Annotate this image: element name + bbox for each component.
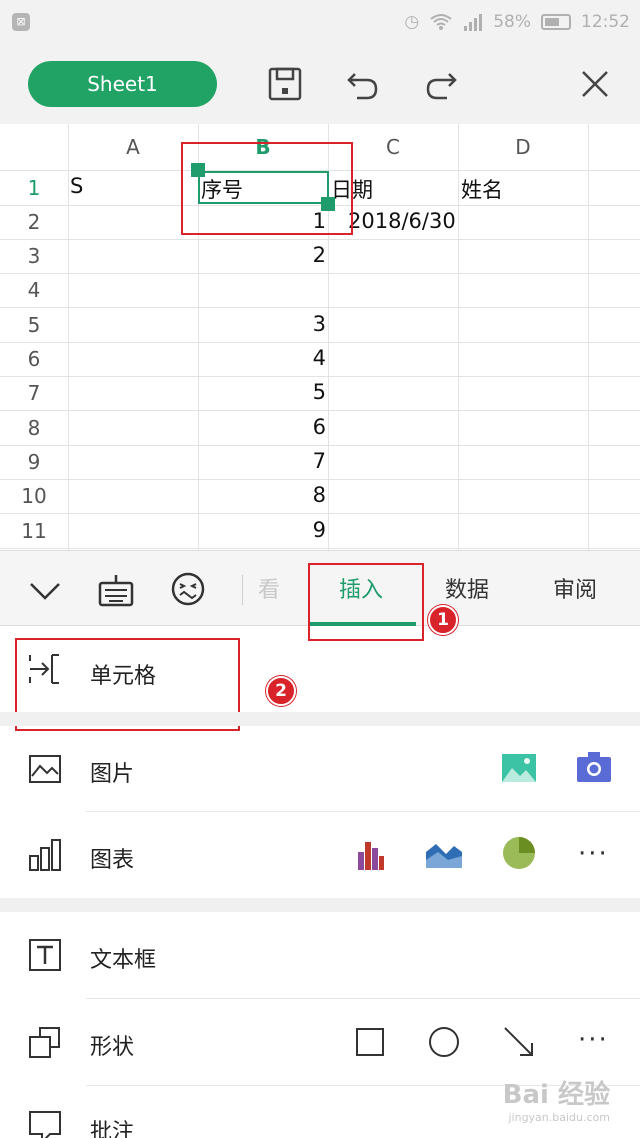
- row-header[interactable]: 11: [0, 514, 68, 548]
- row-header[interactable]: 10: [0, 479, 68, 513]
- menu-item-picture[interactable]: 图片: [0, 726, 640, 812]
- highlight-box-selected-cell: [181, 142, 353, 235]
- menu-item-comment-label: 批注: [90, 1120, 135, 1138]
- redo-icon[interactable]: [421, 64, 461, 104]
- tab-view[interactable]: 看: [258, 551, 280, 627]
- menu-item-chart-label: 图表: [90, 848, 135, 873]
- spreadsheet-grid[interactable]: A B C D 1 2 3 4 5 6 7 8 9 10 11 S 序号 日期 …: [0, 124, 640, 550]
- column-header-d[interactable]: D: [458, 124, 588, 170]
- sheet-tab[interactable]: Sheet1: [28, 61, 217, 107]
- status-icons: ◷ 58% 12:52: [404, 0, 630, 44]
- camera-icon[interactable]: [577, 752, 611, 782]
- cell-b8[interactable]: 6: [198, 415, 326, 439]
- ribbon-tab-bar: 看 插入 数据 审阅 1: [0, 550, 640, 641]
- notification-icon: ⊠: [12, 13, 30, 31]
- row-header[interactable]: 9: [0, 445, 68, 479]
- watermark: Bai 经验 jingyan.baidu.com: [503, 1074, 610, 1124]
- cell-b10[interactable]: 8: [198, 483, 326, 507]
- row-header[interactable]: 7: [0, 376, 68, 410]
- comment-icon: [29, 1111, 61, 1138]
- cell-b7[interactable]: 5: [198, 380, 326, 404]
- section-gap: [0, 898, 640, 912]
- alarm-icon: ◷: [404, 12, 420, 32]
- tab-review[interactable]: 审阅: [553, 551, 597, 627]
- cell-b3[interactable]: 2: [198, 243, 326, 267]
- row-header[interactable]: 1: [0, 171, 68, 205]
- cell-b11[interactable]: 9: [198, 518, 326, 542]
- bar-chart-icon[interactable]: [358, 838, 384, 870]
- menu-item-textbox[interactable]: 文本框: [0, 912, 640, 998]
- insert-panel: 看 插入 数据 审阅 1 单元格 2 图片 图表 ··· 文本框 形状 ··· …: [0, 550, 640, 1138]
- chevron-down-icon[interactable]: [28, 575, 62, 605]
- tab-divider: [242, 575, 243, 605]
- more-shapes-icon[interactable]: ···: [578, 1025, 609, 1055]
- close-icon[interactable]: [575, 64, 615, 104]
- area-chart-icon[interactable]: [426, 840, 462, 868]
- row-header[interactable]: 6: [0, 342, 68, 376]
- cell-b5[interactable]: 3: [198, 312, 326, 336]
- battery-percent: 58%: [493, 12, 531, 32]
- picture-icon: [29, 755, 61, 783]
- emoji-icon[interactable]: [170, 571, 206, 607]
- section-gap: [0, 712, 640, 726]
- status-bar: ⊠ ◷ 58% 12:52: [0, 0, 640, 44]
- cell-b6[interactable]: 4: [198, 346, 326, 370]
- watermark-url: jingyan.baidu.com: [508, 1111, 610, 1124]
- cell-b9[interactable]: 7: [198, 449, 326, 473]
- textbox-icon: [29, 939, 61, 971]
- keyboard-icon[interactable]: [98, 573, 134, 607]
- shape-icon: [29, 1027, 60, 1058]
- row-header[interactable]: 3: [0, 239, 68, 273]
- menu-item-shape-label: 形状: [90, 1035, 135, 1060]
- column-header-a[interactable]: A: [68, 124, 198, 170]
- row-header[interactable]: 5: [0, 308, 68, 342]
- row-header[interactable]: 4: [0, 273, 68, 307]
- menu-item-chart[interactable]: 图表 ···: [0, 812, 640, 898]
- top-toolbar: Sheet1: [0, 44, 640, 124]
- cell-a1[interactable]: S: [70, 174, 83, 198]
- row-header[interactable]: 2: [0, 205, 68, 239]
- pie-chart-icon[interactable]: [502, 836, 536, 870]
- menu-item-picture-label: 图片: [90, 762, 135, 787]
- undo-icon[interactable]: [343, 64, 383, 104]
- signal-icon: [464, 14, 483, 31]
- chart-icon: [29, 839, 61, 871]
- battery-icon: [541, 14, 571, 30]
- menu-item-textbox-label: 文本框: [90, 948, 157, 973]
- circle-shape-icon[interactable]: [428, 1026, 460, 1058]
- save-icon[interactable]: [265, 64, 305, 104]
- cell-d1[interactable]: 姓名: [461, 174, 503, 204]
- rectangle-shape-icon[interactable]: [355, 1027, 385, 1057]
- menu-item-shape[interactable]: 形状 ···: [0, 999, 640, 1085]
- arrow-shape-icon[interactable]: [502, 1025, 536, 1059]
- more-charts-icon[interactable]: ···: [578, 839, 609, 869]
- step-badge-2: 2: [266, 676, 296, 706]
- cell-c2[interactable]: 2018/6/30: [348, 209, 456, 233]
- watermark-brand: Bai 经验: [502, 1080, 610, 1110]
- gallery-image-icon[interactable]: [502, 754, 536, 782]
- row-header[interactable]: 8: [0, 411, 68, 445]
- clock: 12:52: [581, 12, 630, 32]
- wifi-icon: [430, 14, 452, 30]
